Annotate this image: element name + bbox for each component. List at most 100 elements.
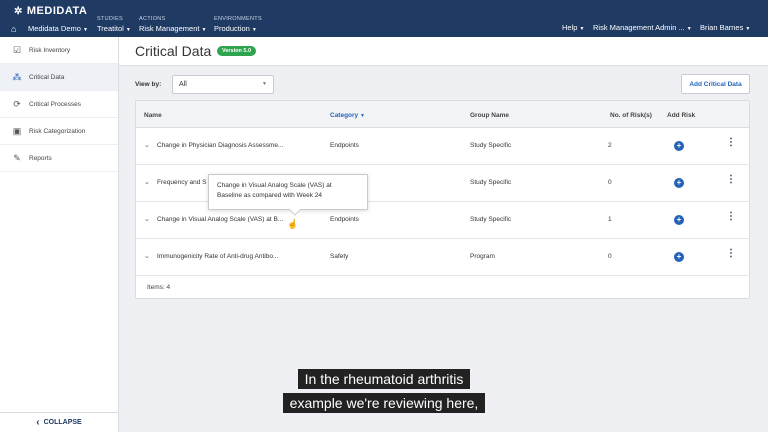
column-header-group[interactable]: Group Name — [470, 112, 509, 119]
nav-environment-caption: ENVIRONMENTS — [214, 16, 262, 22]
nav-study-label: Treatitol — [97, 24, 124, 33]
sort-desc-icon: ▼ — [360, 113, 365, 119]
camera-icon: ▣ — [12, 125, 22, 136]
caption-line-1: In the rheumatoid arthritis — [0, 369, 768, 389]
version-badge: Version 5.0 — [217, 46, 257, 56]
row-category: Endpoints — [330, 142, 359, 149]
row-name-tooltip: Change in Visual Analog Scale (VAS) at B… — [208, 174, 368, 216]
chevron-left-icon: ‹ — [36, 417, 40, 428]
role-menu[interactable]: Risk Management Admin ... ▼ — [593, 23, 692, 32]
more-options-icon[interactable]: ⋮ — [726, 212, 736, 222]
checklist-icon: ☑ — [12, 44, 22, 55]
sidebar-item-label: Risk Categorization — [29, 127, 86, 135]
help-label: Help — [562, 23, 578, 32]
medidata-logo-icon: ✲ — [14, 5, 23, 17]
user-menu[interactable]: Brian Barnes ▼ — [700, 23, 750, 32]
chevron-down-icon[interactable]: ⌄ — [144, 252, 150, 260]
chevron-down-icon[interactable]: ⌄ — [144, 178, 150, 186]
table-row[interactable]: ⌄ Change in Physician Diagnosis Assessme… — [136, 128, 749, 165]
tooltip-line-2: Baseline as compared with Week 24 — [217, 192, 323, 199]
home-icon[interactable]: ⌂ — [11, 24, 16, 34]
caret-down-icon: ▼ — [579, 26, 585, 32]
page-title: Critical Data — [135, 43, 212, 59]
caret-down-icon: ▼ — [745, 26, 751, 32]
sidebar-item-reports[interactable]: ✎ Reports — [0, 145, 118, 172]
more-options-icon[interactable]: ⋮ — [726, 138, 736, 148]
chevron-down-icon[interactable]: ⌄ — [144, 141, 150, 149]
table-row[interactable]: ⌄ Immunogenicity Rate of Anti-drug Antib… — [136, 239, 749, 276]
sidebar-item-risk-inventory[interactable]: ☑ Risk Inventory — [0, 37, 118, 64]
items-count: Items: 4 — [147, 284, 171, 291]
sidebar-item-label: Critical Processes — [29, 100, 82, 108]
row-group: Study Specific — [470, 179, 512, 186]
nav-actions-menu[interactable]: ACTIONS Risk Management ▼ — [139, 16, 206, 33]
nav-account-label: Medidata Demo — [28, 24, 81, 33]
nav-account-caption — [28, 16, 88, 24]
column-header-category-label: Category — [330, 112, 359, 119]
column-header-name[interactable]: Name — [144, 112, 162, 119]
row-risk-count: 1 — [608, 216, 612, 223]
row-group: Study Specific — [470, 142, 512, 149]
nav-actions-label: Risk Management — [139, 24, 200, 33]
add-risk-plus-icon[interactable]: + — [674, 252, 684, 262]
edit-icon: ✎ — [13, 152, 21, 163]
top-navigation-bar: ✲ MEDIDATA ⌂ Medidata Demo ▼ STUDIES Trea… — [0, 0, 768, 37]
add-risk-plus-icon[interactable]: + — [674, 141, 684, 151]
sidebar-item-label: Reports — [29, 154, 52, 162]
collapse-label: COLLAPSE — [43, 419, 82, 426]
nav-actions-caption: ACTIONS — [139, 16, 166, 22]
column-header-add-risk: Add Risk — [667, 112, 696, 119]
caption-line-2: example we're reviewing here, — [0, 393, 768, 413]
view-by-label: View by: — [135, 81, 162, 88]
row-group: Study Specific — [470, 216, 512, 223]
sidebar-item-label: Risk Inventory — [29, 46, 71, 54]
row-risk-count: 2 — [608, 142, 612, 149]
add-critical-data-button[interactable]: Add Critical Data — [681, 74, 750, 94]
tooltip-line-1: Change in Visual Analog Scale (VAS) at — [217, 182, 332, 189]
nav-study-caption: STUDIES — [97, 16, 123, 22]
collapse-sidebar-button[interactable]: ‹ COLLAPSE — [0, 412, 118, 432]
nodes-icon: ⁂ — [12, 71, 22, 82]
view-by-select[interactable]: All ▼ — [172, 75, 274, 94]
add-risk-plus-icon[interactable]: + — [674, 215, 684, 225]
cycle-icon: ⟳ — [13, 98, 21, 109]
row-category: Safety — [330, 253, 349, 260]
nav-environment-label: Production — [214, 24, 250, 33]
more-options-icon[interactable]: ⋮ — [726, 175, 736, 185]
row-name: Change in Visual Analog Scale (VAS) at B… — [157, 216, 284, 223]
more-options-icon[interactable]: ⋮ — [726, 249, 736, 259]
user-name: Brian Barnes — [700, 23, 744, 32]
add-risk-plus-icon[interactable]: + — [674, 178, 684, 188]
caret-down-icon: ▼ — [251, 27, 257, 33]
role-label: Risk Management Admin ... — [593, 23, 685, 32]
row-name: Change in Physician Diagnosis Assessme..… — [157, 142, 284, 149]
caret-down-icon: ▼ — [125, 27, 131, 33]
nav-environment-menu[interactable]: ENVIRONMENTS Production ▼ — [214, 16, 262, 33]
view-by-value: All — [179, 81, 187, 88]
hand-cursor-icon: ☝ — [287, 219, 299, 229]
sidebar-item-label: Critical Data — [29, 73, 65, 81]
caret-down-icon: ▼ — [82, 27, 88, 33]
nav-account-menu[interactable]: Medidata Demo ▼ — [28, 16, 88, 33]
nav-study-menu[interactable]: STUDIES Treatitol ▼ — [97, 16, 131, 33]
row-name: Immunogenicity Rate of Anti-drug Antibo.… — [157, 253, 279, 260]
row-risk-count: 0 — [608, 179, 612, 186]
row-name: Frequency and S — [157, 179, 207, 186]
row-risk-count: 0 — [608, 253, 612, 260]
chevron-down-icon[interactable]: ⌄ — [144, 215, 150, 223]
sidebar-item-critical-processes[interactable]: ⟳ Critical Processes — [0, 91, 118, 118]
row-group: Program — [470, 253, 495, 260]
row-category: Endpoints — [330, 216, 359, 223]
column-header-category[interactable]: Category ▼ — [330, 112, 365, 119]
sidebar-item-risk-categorization[interactable]: ▣ Risk Categorization — [0, 118, 118, 145]
caret-down-icon: ▼ — [201, 27, 207, 33]
chevron-down-icon: ▼ — [262, 81, 267, 87]
sidebar-item-critical-data[interactable]: ⁂ Critical Data — [0, 64, 118, 91]
caption-text: In the rheumatoid arthritis — [297, 369, 471, 389]
caret-down-icon: ▼ — [686, 26, 692, 32]
page-header: Critical Data Version 5.0 — [119, 37, 768, 66]
caption-text: example we're reviewing here, — [282, 393, 486, 413]
table-header: Name Category ▼ Group Name No. of Risk(s… — [136, 101, 749, 128]
help-menu[interactable]: Help ▼ — [562, 23, 584, 32]
column-header-risks[interactable]: No. of Risk(s) — [610, 112, 652, 119]
